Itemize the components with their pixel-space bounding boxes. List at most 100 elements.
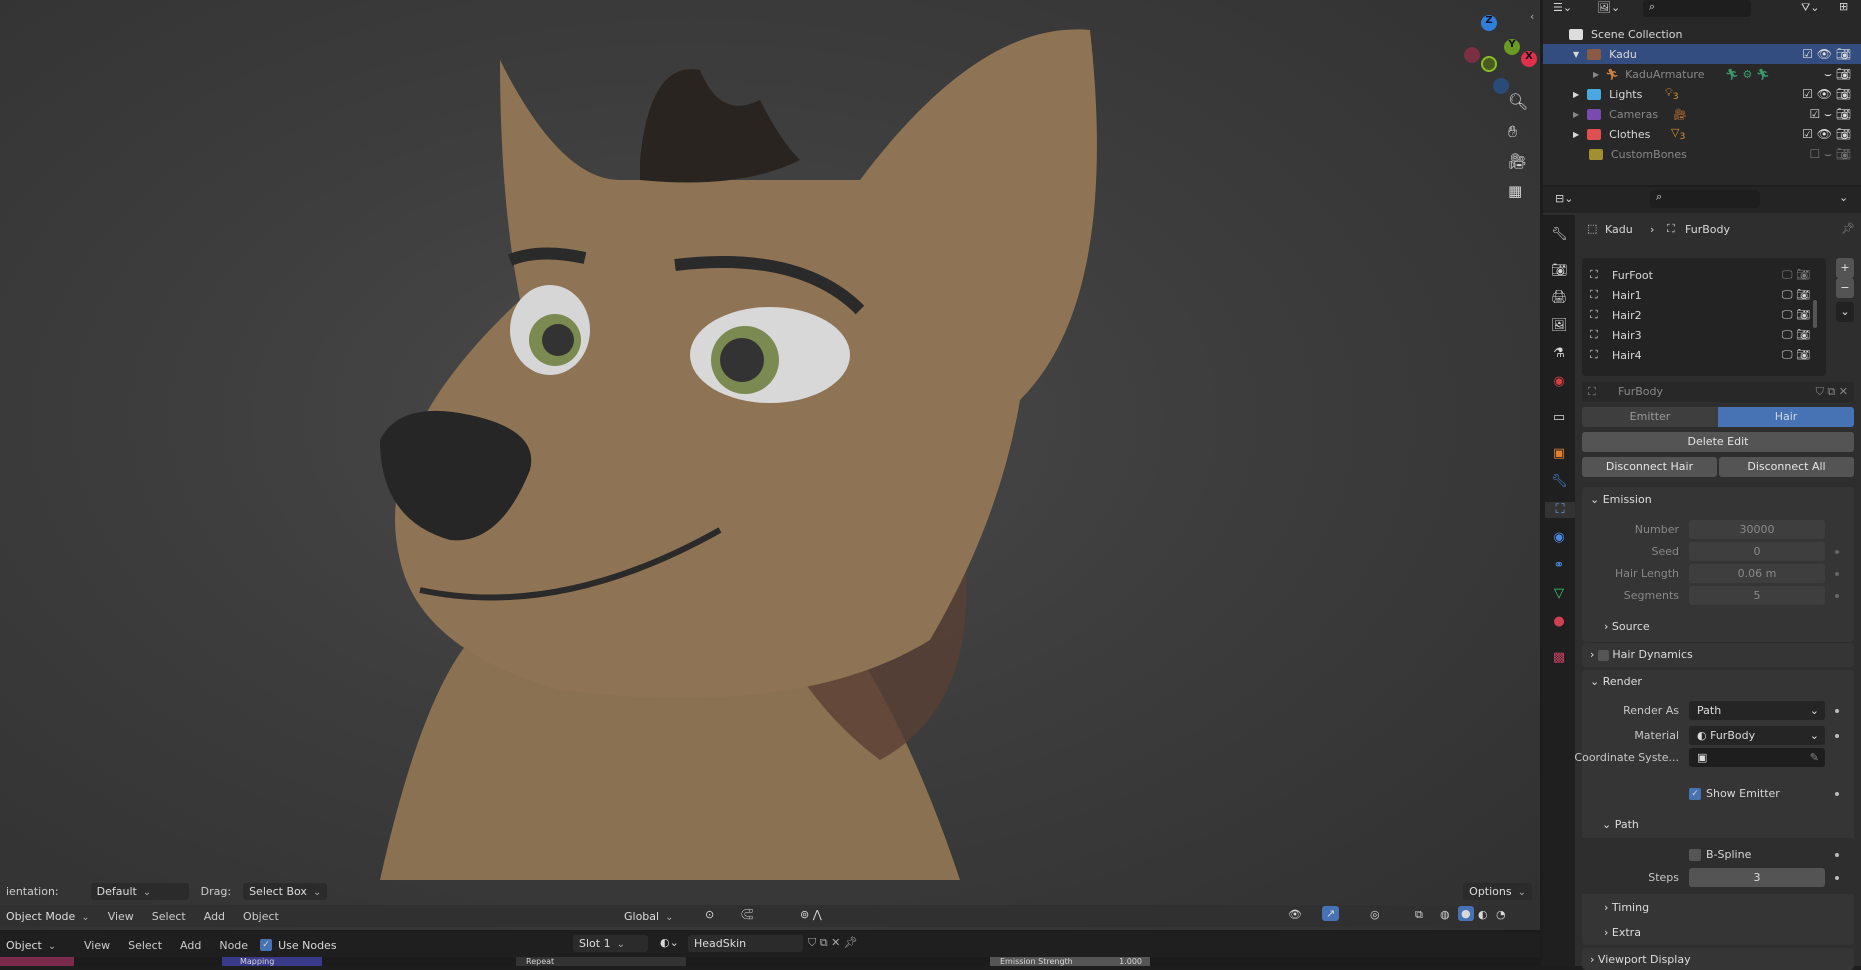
selectability-icon[interactable]: 👁︎ (1288, 908, 1302, 921)
outliner-row-lights[interactable]: ▶ Lights 💡︎3 ☑ 👁︎ 📷︎ (1543, 84, 1861, 104)
bspline-checkbox[interactable]: B-Spline (1689, 848, 1751, 861)
outliner-search-input[interactable]: ⌕ (1643, 0, 1751, 17)
keyframe-dot[interactable] (1835, 876, 1839, 880)
navigation-gizmo[interactable]: Z Y X (1450, 10, 1540, 94)
options-dropdown[interactable]: Options (1463, 882, 1532, 900)
list-item[interactable]: ⛶ Hair3 🖵︎ 📷︎ (1590, 325, 1810, 345)
eyedropper-icon[interactable]: ✎ (1810, 748, 1819, 767)
add-particle-system-button[interactable]: + (1836, 258, 1854, 278)
list-item[interactable]: ⛶ FurFoot 🖵︎ 📷︎ (1590, 265, 1810, 285)
use-nodes-checkbox[interactable]: ✓ (260, 939, 273, 951)
number-field[interactable]: 30000 (1689, 520, 1825, 539)
gizmo-z-axis[interactable]: Z (1481, 15, 1497, 31)
node-editor-canvas[interactable]: Mapping Repeat Emission Strength 1.000 (0, 957, 1540, 966)
keyframe-dot[interactable] (1835, 734, 1839, 738)
hand-pan-icon[interactable]: ✋︎ (1508, 122, 1517, 142)
slot-dropdown[interactable]: Slot 1 (573, 935, 648, 952)
disconnect-hair-button[interactable]: Disconnect Hair (1582, 457, 1717, 477)
pin-icon[interactable]: 📌︎ (1841, 222, 1855, 235)
shading-solid-icon[interactable]: ● (1458, 906, 1474, 921)
steps-field[interactable]: 3 (1689, 868, 1825, 887)
node-menu-select[interactable]: Select (122, 937, 168, 954)
emission-strength-field[interactable]: Emission Strength 1.000 (990, 957, 1150, 966)
outliner-display-mode[interactable]: ☰⌄ (1553, 1, 1572, 14)
snap-icon[interactable]: 🧲︎ (740, 908, 754, 921)
viewport-toggle-icon[interactable]: 🖵︎ 📷︎ (1782, 328, 1810, 342)
menu-object[interactable]: Object (237, 908, 285, 925)
list-scrollbar[interactable] (1813, 300, 1817, 328)
pivot-icon[interactable]: ⊙ (705, 908, 714, 921)
list-item[interactable]: ⛶ Hair2 🖵︎ 📷︎ (1590, 305, 1810, 325)
outliner-row-cameras[interactable]: ▶ Cameras 🎥︎ ☑ ⌣ 📷︎ (1543, 104, 1861, 124)
node-header[interactable] (0, 957, 74, 966)
data-tab-icon[interactable]: ▽ (1551, 586, 1567, 602)
transform-orientation-dropdown[interactable]: Global (618, 908, 679, 925)
world-tab-icon[interactable]: ◉ (1551, 374, 1567, 390)
modifier-tab-icon[interactable]: 🔧︎ (1551, 474, 1568, 490)
camera-icon[interactable]: 🎥︎ (1508, 152, 1527, 170)
material-type-icon[interactable]: ◐⌄ (660, 936, 679, 949)
list-item[interactable]: ⛶ Hair4 🖵︎ 📷︎ (1590, 345, 1810, 365)
seed-field[interactable]: 0 (1689, 542, 1825, 561)
material-dropdown[interactable]: ◐ FurBody ⌄ (1689, 726, 1825, 745)
drag-dropdown[interactable]: Select Box (243, 882, 328, 900)
output-tab-icon[interactable]: 🖨︎ (1551, 290, 1568, 306)
node-menu-add[interactable]: Add (174, 937, 207, 954)
shading-material-icon[interactable]: ◐ (1478, 908, 1488, 921)
keyframe-dot[interactable] (1835, 853, 1839, 857)
render-tab-icon[interactable]: 📷︎ (1551, 263, 1568, 279)
new-collection-icon[interactable]: ⊞ (1839, 0, 1848, 13)
mode-dropdown[interactable]: Object Mode (0, 908, 96, 925)
outliner-row-clothes[interactable]: ▶ Clothes ▽3 ☑ 👁︎ 📷︎ (1543, 124, 1861, 144)
extra-subpanel[interactable]: › Extra (1604, 926, 1641, 939)
list-specials-button[interactable]: ⌄ (1836, 302, 1854, 322)
viewport-toggle-icon[interactable]: 🖵︎ 📷︎ (1782, 268, 1810, 282)
repeat-field[interactable]: Repeat (516, 957, 686, 966)
keyframe-dot[interactable] (1835, 572, 1839, 576)
outliner-row-kadu[interactable]: ▼ Kadu ☑ 👁︎ 📷︎ (1543, 44, 1861, 64)
segments-field[interactable]: 5 (1689, 586, 1825, 605)
outliner-row-kaduarmature[interactable]: ▶ 🏃︎ KaduArmature 🏃︎ ⚙ 🏃︎ ⌣ 📷︎ (1543, 64, 1861, 84)
filter-icon[interactable]: ⛛⌄ (1801, 1, 1819, 15)
gizmo-y-axis[interactable]: Y (1504, 39, 1520, 55)
keyframe-dot[interactable] (1835, 792, 1839, 796)
shading-wireframe-icon[interactable]: ◍ (1440, 908, 1450, 921)
gizmo-neg-y[interactable] (1481, 56, 1497, 72)
tab-hair[interactable]: Hair (1718, 407, 1854, 427)
3d-viewport[interactable]: Z Y X 🔍︎ ✋︎ 🎥︎ ▦ ‹ ientation: Default Dr… (0, 0, 1540, 930)
outliner-row-custombones[interactable]: CustomBones ☐ ⌣ 📷︎ (1543, 144, 1861, 164)
material-actions-icons[interactable]: ⛉ ⧉ ✕ 📌︎ (808, 936, 858, 950)
keyframe-dot[interactable] (1835, 594, 1839, 598)
overlays-icon[interactable]: ◎ (1370, 908, 1380, 921)
shading-rendered-icon[interactable]: ◔ (1496, 908, 1506, 921)
hair-dynamics-header[interactable]: › Hair Dynamics (1590, 648, 1693, 661)
coordinate-system-field[interactable]: ▣ ✎ (1689, 748, 1825, 767)
gizmo-toggle-icon[interactable]: ↗ (1322, 906, 1340, 921)
render-as-dropdown[interactable]: Path ⌄ (1689, 701, 1825, 720)
delete-edit-button[interactable]: Delete Edit (1582, 432, 1854, 452)
list-item[interactable]: ⛶ Hair1 🖵︎ 📷︎ (1590, 285, 1810, 305)
particle-settings-field[interactable]: ⛶ FurBody ⛉ ⧉ ✕ (1582, 382, 1854, 402)
physics-tab-icon[interactable]: ◉ (1551, 530, 1567, 546)
viewport-display-header[interactable]: › Viewport Display (1590, 953, 1691, 966)
keyframe-dot[interactable] (1835, 550, 1839, 554)
outliner-filter-mode[interactable]: 🖼︎⌄ (1597, 1, 1620, 14)
view-layer-tab-icon[interactable]: 🖼︎ (1551, 318, 1568, 334)
gizmo-neg-x[interactable] (1464, 47, 1480, 63)
constraints-tab-icon[interactable]: ⚭ (1551, 558, 1567, 574)
gizmo-neg-z[interactable] (1493, 78, 1509, 94)
node-editor-mode-dropdown[interactable]: Object (0, 937, 72, 954)
zoom-icon[interactable]: 🔍︎ (1508, 92, 1528, 111)
settings-actions-icons[interactable]: ⛉ ⧉ ✕ (1816, 382, 1848, 402)
tool-tab-icon[interactable]: 🔧︎ (1551, 227, 1568, 243)
show-emitter-checkbox[interactable]: ✓ Show Emitter (1689, 787, 1780, 800)
scene-tab-icon[interactable]: ⚗ (1551, 346, 1567, 362)
source-subpanel[interactable]: › Source (1604, 620, 1650, 633)
menu-add[interactable]: Add (198, 908, 231, 925)
mapping-node[interactable]: Mapping (222, 957, 322, 966)
hair-length-field[interactable]: 0.06 m (1689, 564, 1825, 583)
gizmo-x-axis[interactable]: X (1521, 51, 1537, 67)
scene-collection-row[interactable]: Scene Collection (1543, 24, 1861, 44)
viewport-toggle-icon[interactable]: 🖵︎ 📷︎ (1782, 288, 1810, 302)
viewport-toggle-icon[interactable]: 🖵︎ 📷︎ (1782, 308, 1810, 322)
